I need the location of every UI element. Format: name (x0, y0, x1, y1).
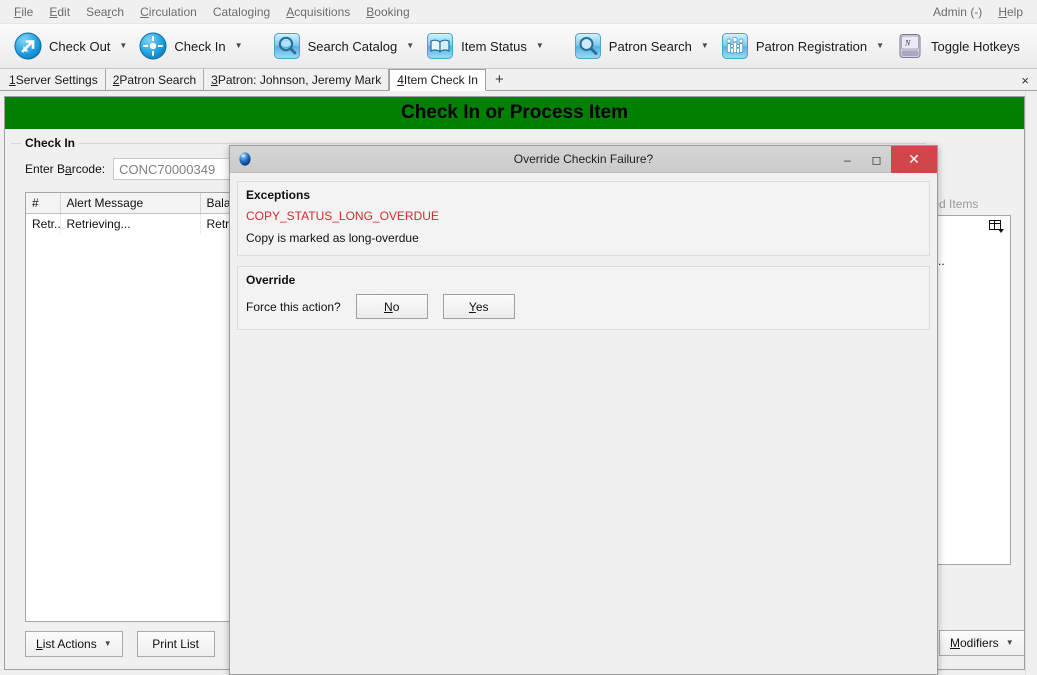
exception-code: COPY_STATUS_LONG_OVERDUE (246, 209, 439, 223)
cell-alert-message: Retrieving... (60, 213, 201, 234)
chevron-down-icon: ▼ (1005, 638, 1014, 647)
toolbar-patron-registration-button[interactable]: Patron Registration ▼ (715, 26, 890, 66)
list-actions-label: List Actions (36, 637, 97, 651)
page-title: Check In or Process Item (5, 97, 1024, 129)
override-group: Override Force this action? No Yes (237, 266, 930, 330)
patron-search-icon (574, 33, 601, 59)
modifiers-button[interactable]: Modifiers ▼ (939, 630, 1024, 656)
window-right-strip (1025, 91, 1037, 675)
check-in-group-title: Check In (21, 136, 80, 150)
column-header-alert-message[interactable]: Alert Message (60, 193, 201, 214)
override-row: Force this action? No Yes (246, 294, 921, 319)
tab-accel-2: 2 (112, 72, 120, 87)
search-catalog-icon (273, 33, 300, 59)
tab-label-2: Patron Search (119, 72, 197, 87)
menu-cataloging[interactable]: Cataloging (205, 3, 278, 21)
override-yes-button[interactable]: Yes (442, 294, 515, 319)
exceptions-title: Exceptions (246, 188, 311, 202)
tab-label-1: Server Settings (15, 72, 98, 87)
menu-bar-right: Admin (-) Help (925, 0, 1031, 24)
list-toolbar: List Actions ▼ Print List ✔ (25, 631, 245, 657)
toolbar-toggle-hotkeys-button[interactable]: N Toggle Hotkeys (890, 26, 1026, 66)
menu-search[interactable]: Search (78, 3, 132, 21)
chevron-down-icon[interactable]: ▼ (119, 42, 127, 50)
chevron-down-icon[interactable]: ▼ (876, 42, 884, 50)
check-in-icon (139, 32, 167, 60)
menu-acquisitions[interactable]: Acquisitions (278, 3, 358, 21)
tab-patron-johnson[interactable]: 3 Patron: Johnson, Jeremy Mark (204, 69, 390, 90)
menu-circulation[interactable]: Circulation (132, 3, 205, 21)
new-tab-button[interactable]: + (486, 70, 513, 90)
table-settings-icon[interactable] (989, 220, 1005, 234)
chevron-down-icon[interactable]: ▼ (701, 42, 709, 50)
toolbar-search-catalog-label: Search Catalog (307, 38, 398, 54)
exception-description: Copy is marked as long-overdue (246, 231, 419, 245)
application-window: File Edit Search Circulation Cataloging … (0, 0, 1037, 675)
override-checkin-failure-dialog: Override Checkin Failure? – ◻ ✕ Exceptio… (229, 145, 938, 675)
tab-accel-3: 3 (211, 72, 218, 87)
patron-registration-icon (721, 33, 748, 59)
modifiers-label: Modifiers (950, 636, 999, 650)
list-actions-button[interactable]: List Actions ▼ (25, 631, 123, 657)
menu-booking[interactable]: Booking (358, 3, 417, 21)
toolbar-search-catalog-button[interactable]: Search Catalog ▼ (267, 26, 421, 66)
toolbar-patron-search-button[interactable]: Patron Search ▼ (568, 26, 715, 66)
dialog-title: Override Checkin Failure? (513, 152, 654, 166)
svg-text:N: N (904, 39, 911, 48)
menu-help[interactable]: Help (990, 3, 1031, 21)
toolbar-item-status-label: Item Status (461, 38, 527, 54)
selected-items-panel: elected Items g... Modifiers ▼ (907, 143, 1024, 663)
dialog-window-controls: – ◻ ✕ (833, 146, 937, 173)
dialog-body: Exceptions COPY_STATUS_LONG_OVERDUE Copy… (230, 173, 937, 348)
cell-number: Retr... (26, 213, 61, 234)
tab-label-4: Item Check In (403, 73, 478, 87)
chevron-down-icon[interactable]: ▼ (406, 42, 414, 50)
menu-admin[interactable]: Admin (-) (925, 3, 990, 21)
tab-item-check-in[interactable]: 4 Item Check In (389, 69, 486, 91)
main-toolbar: Check Out ▼ Check In ▼ Search Catalog ▼ … (0, 24, 1037, 69)
minimize-icon[interactable]: – (833, 146, 862, 173)
dialog-title-bar[interactable]: Override Checkin Failure? – ◻ ✕ (230, 146, 937, 173)
menu-edit[interactable]: Edit (41, 3, 78, 21)
chevron-down-icon[interactable]: ▼ (235, 42, 243, 50)
column-header-number[interactable]: # (26, 193, 61, 214)
toolbar-patron-search-label: Patron Search (608, 38, 692, 54)
close-tab-button[interactable]: × (1021, 74, 1029, 88)
tab-patron-search[interactable]: 2 Patron Search (105, 69, 205, 90)
keyboard-key-icon: N (899, 34, 921, 58)
tab-bar: 1 Server Settings 2 Patron Search 3 Patr… (0, 69, 1037, 91)
print-list-button[interactable]: Print List (136, 631, 215, 657)
menu-file[interactable]: File (6, 3, 41, 21)
force-action-prompt: Force this action? (246, 299, 341, 314)
tab-label-3: Patron: Johnson, Jeremy Mark (217, 72, 382, 87)
check-out-icon (14, 32, 42, 60)
toolbar-check-in-label: Check In (174, 38, 226, 54)
toolbar-check-out-button[interactable]: Check Out ▼ (8, 26, 133, 66)
toolbar-check-in-button[interactable]: Check In ▼ (133, 26, 248, 66)
item-status-icon (427, 33, 454, 59)
tab-accel-1: 1 (9, 72, 16, 87)
toolbar-check-out-label: Check Out (49, 38, 111, 54)
toolbar-item-status-button[interactable]: Item Status ▼ (420, 26, 550, 66)
barcode-label: Enter Barcode: (25, 162, 106, 176)
override-no-button[interactable]: No (355, 294, 428, 319)
tab-server-settings[interactable]: 1 Server Settings (2, 69, 106, 90)
menu-bar: File Edit Search Circulation Cataloging … (0, 0, 1037, 24)
toolbar-patron-registration-label: Patron Registration (755, 38, 868, 54)
tab-accel-4: 4 (397, 73, 404, 87)
close-icon[interactable]: ✕ (891, 146, 937, 173)
exceptions-group: Exceptions COPY_STATUS_LONG_OVERDUE Copy… (237, 181, 930, 256)
override-title: Override (246, 273, 296, 287)
chevron-down-icon[interactable]: ▼ (536, 42, 544, 50)
maximize-icon[interactable]: ◻ (862, 146, 891, 173)
chevron-down-icon: ▼ (103, 639, 112, 648)
toolbar-toggle-hotkeys-label: Toggle Hotkeys (931, 38, 1020, 54)
